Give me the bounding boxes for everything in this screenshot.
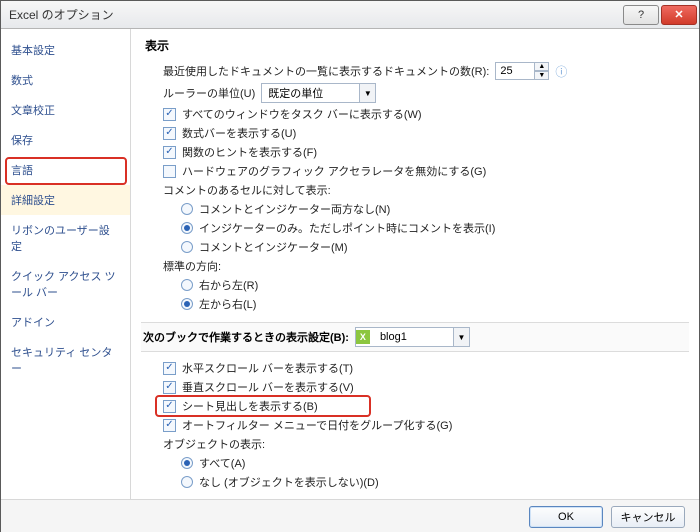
lbl-formula-bar: 数式バーを表示する(U) <box>182 125 296 141</box>
rdo-obj-none[interactable] <box>181 476 193 488</box>
sidebar-item-ribbon[interactable]: リボンのユーザー設定 <box>1 215 130 261</box>
spin-down-icon[interactable]: ▼ <box>534 71 549 80</box>
rdo-comment-indicator[interactable] <box>181 222 193 234</box>
sidebar-item-language[interactable]: 言語 <box>1 155 130 185</box>
sidebar-item-basic[interactable]: 基本設定 <box>1 35 130 65</box>
options-dialog: Excel のオプション ? ✕ 基本設定 数式 文章校正 保存 言語 詳細設定… <box>0 0 700 532</box>
lbl-taskbar: すべてのウィンドウをタスク バーに表示する(W) <box>182 106 422 122</box>
main-pane[interactable]: 表示 最近使用したドキュメントの一覧に表示するドキュメントの数(R): ▲▼ ⓘ… <box>131 29 699 499</box>
rdo-dir-rtl[interactable] <box>181 279 193 291</box>
comment-heading: コメントのあるセルに対して表示: <box>163 182 331 198</box>
row-sheet-tabs: シート見出しを表示する(B) <box>163 398 363 414</box>
recent-docs-input[interactable] <box>495 62 535 80</box>
spin-up-icon[interactable]: ▲ <box>534 62 549 71</box>
rdo-obj-all[interactable] <box>181 457 193 469</box>
ruler-unit-label: ルーラーの単位(U) <box>163 85 255 101</box>
sidebar-item-proofing[interactable]: 文章校正 <box>1 95 130 125</box>
sidebar-item-qat[interactable]: クイック アクセス ツール バー <box>1 261 130 307</box>
help-icon[interactable]: ⓘ <box>555 63 567 80</box>
sidebar: 基本設定 数式 文章校正 保存 言語 詳細設定 リボンのユーザー設定 クイック … <box>1 29 131 499</box>
group-book: 次のブックで作業するときの表示設定(B): X blog1 ▼ <box>141 322 689 352</box>
recent-docs-spinner[interactable]: ▲▼ <box>495 62 549 80</box>
sidebar-item-trust[interactable]: セキュリティ センター <box>1 337 130 383</box>
excel-icon: X <box>356 330 370 344</box>
sidebar-item-formulas[interactable]: 数式 <box>1 65 130 95</box>
sidebar-item-save[interactable]: 保存 <box>1 125 130 155</box>
window-title: Excel のオプション <box>9 6 623 23</box>
objects-heading: オブジェクトの表示: <box>163 436 265 452</box>
rdo-comment-none[interactable] <box>181 203 193 215</box>
chk-sheet-tabs[interactable] <box>163 400 176 413</box>
footer: OK キャンセル <box>1 499 699 532</box>
chevron-down-icon: ▼ <box>359 84 375 102</box>
help-button[interactable]: ? <box>623 5 659 25</box>
chk-vscroll[interactable] <box>163 381 176 394</box>
sidebar-item-advanced[interactable]: 詳細設定 <box>1 185 130 215</box>
chk-autofilter-group[interactable] <box>163 419 176 432</box>
section-display: 表示 <box>145 37 685 54</box>
chk-hscroll[interactable] <box>163 362 176 375</box>
book-combo[interactable]: X blog1 ▼ <box>355 327 470 347</box>
title-bar: Excel のオプション ? ✕ <box>1 1 699 29</box>
chk-func-hints[interactable] <box>163 146 176 159</box>
chk-hw-accel[interactable] <box>163 165 176 178</box>
chevron-down-icon: ▼ <box>453 328 469 346</box>
cancel-button[interactable]: キャンセル <box>611 506 685 528</box>
ruler-unit-combo[interactable]: 既定の単位 ▼ <box>261 83 376 103</box>
lbl-func-hints: 関数のヒントを表示する(F) <box>182 144 317 160</box>
ok-button[interactable]: OK <box>529 506 603 528</box>
sidebar-item-addins[interactable]: アドイン <box>1 307 130 337</box>
lbl-hw-accel: ハードウェアのグラフィック アクセラレータを無効にする(G) <box>182 163 486 179</box>
recent-docs-label: 最近使用したドキュメントの一覧に表示するドキュメントの数(R): <box>163 63 489 79</box>
rdo-comment-both[interactable] <box>181 241 193 253</box>
chk-taskbar[interactable] <box>163 108 176 121</box>
direction-heading: 標準の方向: <box>163 258 221 274</box>
chk-formula-bar[interactable] <box>163 127 176 140</box>
close-button[interactable]: ✕ <box>661 5 697 25</box>
rdo-dir-ltr[interactable] <box>181 298 193 310</box>
